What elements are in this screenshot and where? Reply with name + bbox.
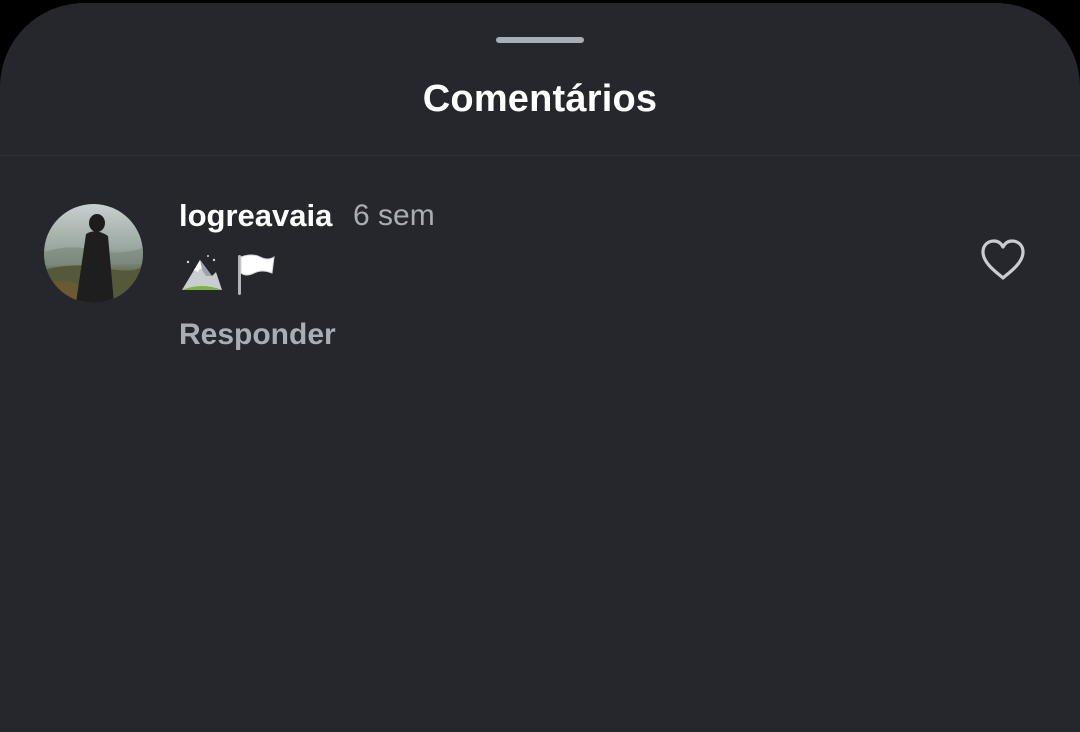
comment-item: logreavaia 6 sem Responder (0, 156, 1080, 376)
avatar-photo (44, 204, 143, 303)
sheet-title: Comentários (422, 78, 658, 120)
heart-outline-icon (981, 239, 1025, 280)
drag-handle[interactable] (496, 37, 584, 43)
snow-capped-mountain-icon (182, 255, 222, 290)
comment-timestamp: 6 sem (353, 199, 435, 232)
comment-username[interactable]: logreavaia (179, 198, 332, 234)
avatar[interactable] (44, 204, 143, 303)
like-button[interactable] (979, 238, 1027, 282)
white-flag-icon (238, 254, 275, 295)
reply-button[interactable]: Responder (179, 318, 336, 352)
comments-sheet: Comentários logreavaia 6 sem Responder (0, 3, 1080, 732)
comment-body (180, 248, 276, 300)
